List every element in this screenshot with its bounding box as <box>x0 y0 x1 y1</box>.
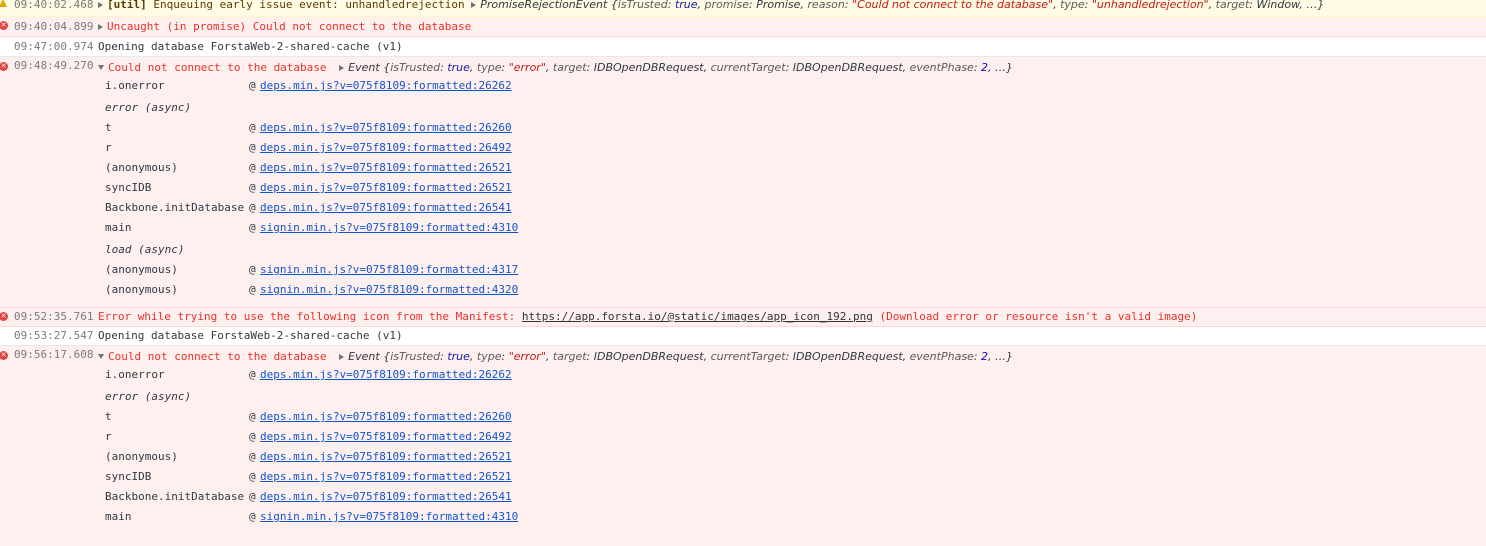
stack-frame: t @ deps.min.js?v=075f8109:formatted:26260 <box>0 118 1486 138</box>
triangle-right-icon[interactable] <box>98 2 103 8</box>
message-text: Uncaught (in promise) Could not connect … <box>107 20 472 33</box>
message-text: Enqueuing early issue event: unhandledre… <box>146 0 472 11</box>
warning-triangle-icon <box>0 0 7 7</box>
stack-trace: i.onerror @ deps.min.js?v=075f8109:formatt… <box>0 365 1486 527</box>
message-text: Could not connect to the database <box>108 350 327 363</box>
stack-frame: r @ deps.min.js?v=075f8109:formatted:26492 <box>0 427 1486 447</box>
message-text: Error while trying to use the following … <box>98 310 522 323</box>
message-text: Opening database ForstaWeb-2-shared-cach… <box>98 329 403 342</box>
message-text: Opening database ForstaWeb-2-shared-cach… <box>98 40 403 53</box>
source-link[interactable]: deps.min.js?v=075f8109:formatted:26262 <box>260 76 512 96</box>
console-message-warning: 09:40:02.468 [util] Enqueuing early issu… <box>0 0 1486 17</box>
object-preview[interactable]: PromiseRejectionEvent {isTrusted: true, … <box>480 0 1324 11</box>
source-link[interactable]: deps.min.js?v=075f8109:formatted:26260 <box>260 118 512 138</box>
stack-frame: t @ deps.min.js?v=075f8109:formatted:26260 <box>0 407 1486 427</box>
stack-async-marker: error (async) <box>105 101 192 114</box>
console-message-error-expanded: ✕ 09:56:17.608 Could not connect to the … <box>0 346 1486 546</box>
event-preview[interactable]: Event {isTrusted: true, type: "error", t… <box>348 61 1013 74</box>
stack-frame: (anonymous) @ deps.min.js?v=075f8109:forma… <box>0 447 1486 467</box>
timestamp: 09:40:04.899 <box>14 20 94 33</box>
error-circle-icon: ✕ <box>0 62 8 71</box>
message-text-suffix: (Download error or resource isn't a vali… <box>872 310 1198 323</box>
source-link[interactable]: signin.min.js?v=075f8109:formatted:4310 <box>260 507 518 527</box>
source-link[interactable]: deps.min.js?v=075f8109:formatted:26541 <box>260 198 512 218</box>
console-message-error: ✕ 09:52:35.761 Error while trying to use… <box>0 308 1486 327</box>
stack-frame: main @ signin.min.js?v=075f8109:formatted:… <box>0 218 1486 238</box>
triangle-right-icon[interactable] <box>339 65 345 71</box>
timestamp: 09:40:02.468 <box>14 0 94 11</box>
source-link[interactable]: deps.min.js?v=075f8109:formatted:26521 <box>260 158 512 178</box>
triangle-right-icon[interactable] <box>98 24 103 30</box>
source-link[interactable]: deps.min.js?v=075f8109:formatted:26521 <box>260 178 512 198</box>
source-link[interactable]: deps.min.js?v=075f8109:formatted:26492 <box>260 138 512 158</box>
stack-frame: syncIDB @ deps.min.js?v=075f8109:formatted… <box>0 178 1486 198</box>
console-panel: 09:40:02.468 [util] Enqueuing early issu… <box>0 0 1486 546</box>
message-prefix: [util] <box>107 0 147 11</box>
error-circle-icon: ✕ <box>0 351 8 360</box>
source-link[interactable]: deps.min.js?v=075f8109:formatted:26492 <box>260 427 512 447</box>
message-text: Could not connect to the database <box>108 61 327 74</box>
triangle-down-icon[interactable] <box>98 354 104 359</box>
triangle-down-icon[interactable] <box>98 65 104 70</box>
source-link[interactable]: deps.min.js?v=075f8109:formatted:26260 <box>260 407 512 427</box>
source-link[interactable]: signin.min.js?v=075f8109:formatted:4320 <box>260 280 518 300</box>
source-link[interactable]: signin.min.js?v=075f8109:formatted:4310 <box>260 218 518 238</box>
stack-frame: (anonymous) @ deps.min.js?v=075f8109:forma… <box>0 158 1486 178</box>
console-message-info: 09:47:00.974 Opening database ForstaWeb-… <box>0 37 1486 57</box>
source-link[interactable]: deps.min.js?v=075f8109:formatted:26521 <box>260 447 512 467</box>
triangle-right-icon[interactable] <box>339 354 345 360</box>
source-link[interactable]: deps.min.js?v=075f8109:formatted:26521 <box>260 467 512 487</box>
stack-frame: r @ deps.min.js?v=075f8109:formatted:26492 <box>0 138 1486 158</box>
console-message-error: ✕ 09:40:04.899 Uncaught (in promise) Cou… <box>0 17 1486 37</box>
source-link[interactable]: deps.min.js?v=075f8109:formatted:26262 <box>260 365 512 385</box>
source-link[interactable]: deps.min.js?v=075f8109:formatted:26541 <box>260 487 512 507</box>
timestamp: 09:52:35.761 <box>14 310 94 323</box>
error-circle-icon: ✕ <box>0 312 8 321</box>
stack-trace: i.onerror @ deps.min.js?v=075f8109:formatt… <box>0 76 1486 300</box>
triangle-right-icon[interactable] <box>471 2 477 8</box>
event-preview[interactable]: Event {isTrusted: true, type: "error", t… <box>348 350 1013 363</box>
console-message-error-expanded: ✕ 09:48:49.270 Could not connect to the … <box>0 57 1486 308</box>
stack-frame: Backbone.initDatabase @ deps.min.js?v=075f… <box>0 487 1486 507</box>
stack-async-marker: load (async) <box>105 243 185 256</box>
stack-frame: i.onerror @ deps.min.js?v=075f8109:formatt… <box>0 76 1486 96</box>
source-link[interactable]: signin.min.js?v=075f8109:formatted:4317 <box>260 260 518 280</box>
stack-frame: (anonymous) @ signin.min.js?v=075f8109:for… <box>0 280 1486 300</box>
stack-frame: i.onerror @ deps.min.js?v=075f8109:formatt… <box>0 365 1486 385</box>
timestamp: 09:48:49.270 <box>14 59 94 72</box>
timestamp: 09:53:27.547 <box>14 329 94 342</box>
stack-frame: main @ signin.min.js?v=075f8109:formatted:… <box>0 507 1486 527</box>
timestamp: 09:47:00.974 <box>14 40 94 53</box>
error-circle-icon: ✕ <box>0 21 8 30</box>
manifest-icon-url[interactable]: https://app.forsta.io/@static/images/app… <box>522 310 873 323</box>
console-message-info: 09:53:27.547 Opening database ForstaWeb-… <box>0 327 1486 346</box>
stack-frame: Backbone.initDatabase @ deps.min.js?v=075f… <box>0 198 1486 218</box>
stack-frame: syncIDB @ deps.min.js?v=075f8109:formatted… <box>0 467 1486 487</box>
stack-async-marker: error (async) <box>105 390 192 403</box>
timestamp: 09:56:17.608 <box>14 348 94 361</box>
stack-frame: (anonymous) @ signin.min.js?v=075f8109:for… <box>0 260 1486 280</box>
